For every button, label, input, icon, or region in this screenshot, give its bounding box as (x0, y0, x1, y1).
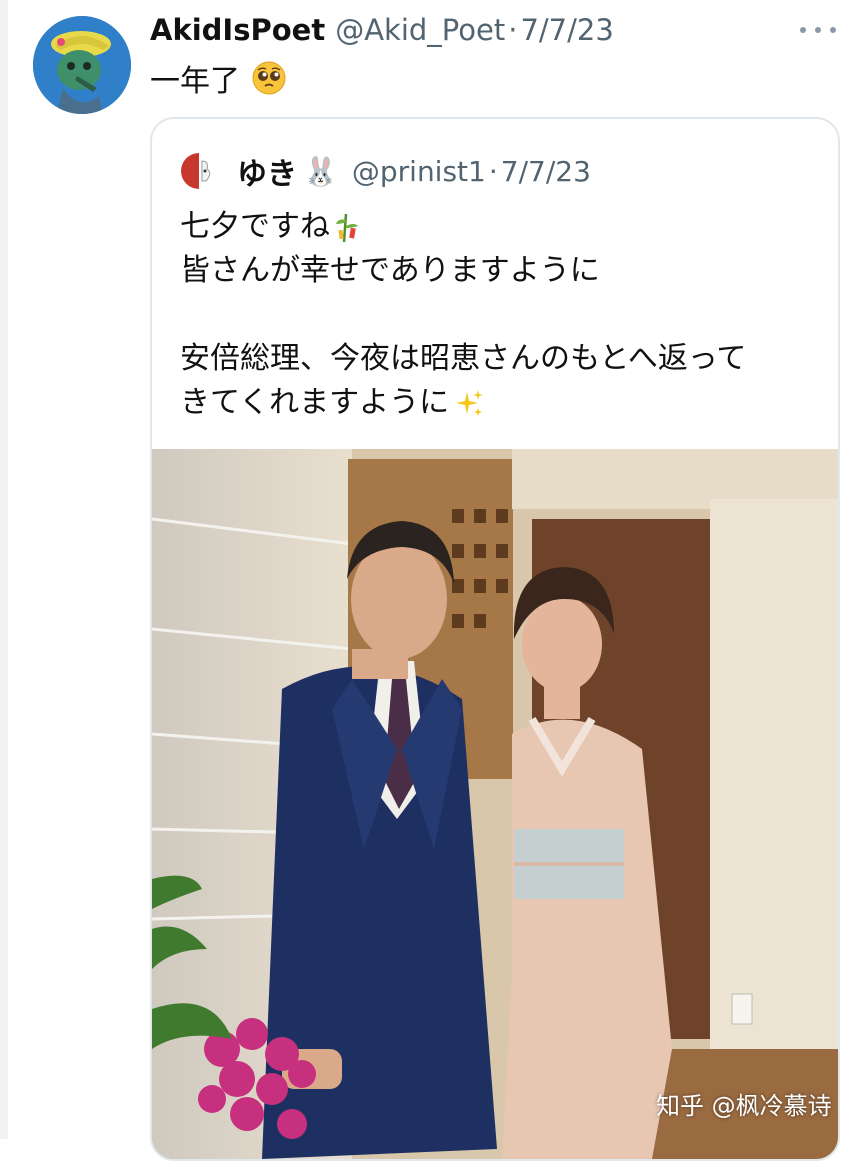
sparkles-icon (456, 389, 484, 416)
quoted-tweet-card[interactable]: ゆき 🐰 @prinist1 · 7/7/23 七夕ですね 皆さんが幸せでありま… (150, 117, 840, 1161)
photo-illustration (152, 449, 838, 1159)
quoted-line-5: きてくれますように (180, 381, 820, 425)
author-handle[interactable]: @Akid_Poet (335, 13, 505, 47)
tanabata-tree-icon (336, 213, 358, 242)
quoted-author-avatar[interactable] (179, 151, 219, 191)
quoted-line-1: 七夕ですね (180, 205, 820, 249)
more-options-icon[interactable] (800, 18, 836, 42)
tweet-header: AkidIsPoet @Akid_Poet · 7/7/23 (150, 10, 614, 50)
tweet-text: 一年了 (150, 56, 286, 100)
quoted-tweet-date[interactable]: 7/7/23 (501, 155, 591, 188)
quoted-author-name[interactable]: ゆき (237, 149, 297, 193)
quoted-tweet-header: ゆき 🐰 @prinist1 · 7/7/23 (179, 149, 591, 193)
tweet-text-content: 一年了 (150, 64, 240, 99)
quoted-tweet-text: 七夕ですね 皆さんが幸せでありますように 安倍総理、今夜は昭恵さんのもとへ返って… (180, 205, 820, 425)
pleading-face-icon (252, 61, 286, 95)
quoted-line-2: 皆さんが幸せでありますように (180, 253, 600, 288)
more-dot (815, 27, 821, 33)
tweet[interactable]: AkidIsPoet @Akid_Poet · 7/7/23 一年了 ゆき 🐰 … (0, 0, 865, 1161)
quoted-avatar-icon (179, 151, 219, 191)
watermark: 知乎 @枫冷慕诗 (656, 1092, 832, 1120)
avatar-illustration-icon (33, 16, 131, 114)
tweet-date[interactable]: 7/7/23 (520, 13, 613, 47)
quoted-line-5-text: きてくれますように (180, 385, 450, 420)
quoted-author-handle[interactable]: @prinist1 (352, 155, 486, 188)
author-name[interactable]: AkidIsPoet (150, 13, 325, 47)
more-dot (800, 27, 806, 33)
rabbit-emoji: 🐰 (303, 154, 338, 188)
quoted-line-4: 安倍総理、今夜は昭恵さんのもとへ返って (180, 341, 747, 376)
more-dot (830, 27, 836, 33)
author-avatar[interactable] (33, 16, 131, 114)
separator-dot: · (488, 154, 498, 188)
separator-dot: · (508, 13, 518, 47)
quoted-line-1-text: 七夕ですね (180, 209, 330, 244)
tweet-photo[interactable] (152, 449, 838, 1159)
quoted-line-3 (180, 293, 820, 337)
